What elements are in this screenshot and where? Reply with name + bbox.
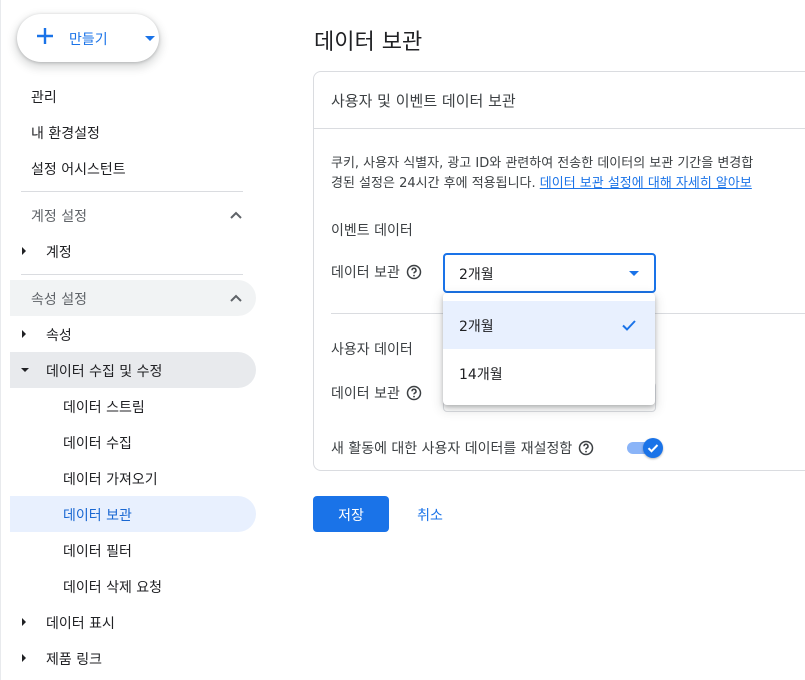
description: 쿠키, 사용자 식별자, 광고 ID와 관련하여 전송한 데이터의 보관 기간을… bbox=[331, 154, 805, 194]
collapse-arrow-icon bbox=[21, 368, 29, 372]
dropdown-arrow-icon bbox=[629, 271, 639, 276]
tree-item-label: 데이터 수집 및 수정 bbox=[46, 364, 163, 380]
description-line: 경된 설정은 24시간 후에 적용됩니다. 데이터 보관 설정에 대해 자세히 … bbox=[331, 174, 805, 194]
menu-item-label: 2개월 bbox=[459, 319, 494, 335]
field-label-text: 새 활동에 대한 사용자 데이터를 재설정함 bbox=[331, 441, 573, 457]
description-text: 경된 설정은 24시간 후에 적용됩니다. bbox=[331, 176, 540, 191]
tree-item-label: 데이터 표시 bbox=[46, 616, 115, 632]
help-icon[interactable] bbox=[406, 264, 422, 280]
tree-item-product-links[interactable]: 제품 링크 bbox=[10, 640, 256, 676]
tree-item-label: 계정 bbox=[46, 245, 72, 261]
sub-item-label: 데이터 스트림 bbox=[63, 400, 145, 416]
page-title: 데이터 보관 bbox=[314, 30, 423, 55]
tree-item-property[interactable]: 속성 bbox=[10, 316, 256, 352]
sub-item-label: 데이터 가져오기 bbox=[63, 472, 158, 488]
sub-item-label: 데이터 보관 bbox=[63, 508, 132, 524]
sidebar-item-data-import[interactable]: 데이터 가져오기 bbox=[10, 460, 256, 496]
retention-dropdown-menu: 2개월 14개월 bbox=[443, 293, 655, 405]
sub-item-label: 데이터 필터 bbox=[63, 544, 132, 560]
check-icon bbox=[647, 444, 659, 453]
divider bbox=[21, 191, 243, 192]
event-retention-select[interactable]: 2개월 bbox=[443, 253, 656, 293]
help-icon[interactable] bbox=[578, 440, 594, 456]
user-retention-label: 데이터 보관 bbox=[331, 383, 422, 403]
sidebar: 만들기 관리 내 환경설정 설정 어시스턴트 계정 설정 계정 속성 설정 속성… bbox=[0, 0, 268, 680]
nav-preferences[interactable]: 내 환경설정 bbox=[31, 123, 100, 143]
sidebar-item-data-deletion[interactable]: 데이터 삭제 요청 bbox=[10, 568, 256, 604]
create-button[interactable]: 만들기 bbox=[17, 14, 159, 62]
sidebar-item-data-retention[interactable]: 데이터 보관 bbox=[10, 496, 256, 532]
chevron-up-icon bbox=[230, 211, 242, 219]
cancel-button[interactable]: 취소 bbox=[404, 496, 456, 532]
divider bbox=[21, 274, 243, 275]
learn-more-link[interactable]: 데이터 보관 설정에 대해 자세히 알아보 bbox=[540, 176, 752, 191]
card-title: 사용자 및 이벤트 데이터 보관 bbox=[331, 92, 516, 110]
toggle-knob bbox=[643, 438, 663, 458]
sidebar-item-data-collection[interactable]: 데이터 수집 bbox=[10, 424, 256, 460]
chevron-up-icon bbox=[230, 294, 242, 302]
plus-icon bbox=[37, 28, 53, 44]
event-data-heading: 이벤트 데이터 bbox=[331, 223, 413, 239]
tree-item-label: 제품 링크 bbox=[46, 652, 102, 668]
create-label: 만들기 bbox=[69, 32, 108, 48]
sidebar-item-data-streams[interactable]: 데이터 스트림 bbox=[10, 388, 256, 424]
expand-arrow-icon bbox=[22, 618, 26, 626]
field-label-text: 데이터 보관 bbox=[331, 386, 400, 402]
save-button[interactable]: 저장 bbox=[313, 496, 389, 532]
expand-arrow-icon bbox=[22, 330, 26, 338]
section-label: 계정 설정 bbox=[31, 209, 87, 225]
tree-item-label: 속성 bbox=[46, 328, 72, 344]
menu-item-14-months[interactable]: 14개월 bbox=[443, 349, 655, 397]
section-property-settings[interactable]: 속성 설정 bbox=[10, 280, 256, 316]
reset-user-data-label: 새 활동에 대한 사용자 데이터를 재설정함 bbox=[331, 438, 594, 458]
user-data-heading: 사용자 데이터 bbox=[331, 342, 413, 358]
field-label-text: 데이터 보관 bbox=[331, 265, 400, 281]
chevron-down-icon bbox=[145, 36, 155, 41]
nav-setup-assistant[interactable]: 설정 어시스턴트 bbox=[31, 159, 126, 179]
menu-item-2-months[interactable]: 2개월 bbox=[443, 301, 655, 349]
divider bbox=[314, 128, 805, 129]
select-value: 2개월 bbox=[459, 267, 494, 283]
sidebar-item-data-filters[interactable]: 데이터 필터 bbox=[10, 532, 256, 568]
expand-arrow-icon bbox=[22, 247, 26, 255]
reset-user-data-toggle[interactable] bbox=[627, 436, 665, 458]
section-account-settings[interactable]: 계정 설정 bbox=[10, 197, 256, 233]
button-label: 저장 bbox=[338, 508, 364, 524]
sub-item-label: 데이터 수집 bbox=[63, 436, 132, 452]
sub-item-label: 데이터 삭제 요청 bbox=[63, 580, 163, 596]
tree-item-data-display[interactable]: 데이터 표시 bbox=[10, 604, 256, 640]
nav-admin[interactable]: 관리 bbox=[31, 87, 57, 107]
menu-item-label: 14개월 bbox=[459, 367, 503, 383]
tree-item-data-collection[interactable]: 데이터 수집 및 수정 bbox=[10, 352, 256, 388]
button-label: 취소 bbox=[417, 508, 443, 524]
help-icon[interactable] bbox=[406, 385, 422, 401]
tree-item-account[interactable]: 계정 bbox=[10, 233, 256, 269]
check-icon bbox=[622, 320, 636, 331]
description-line: 쿠키, 사용자 식별자, 광고 ID와 관련하여 전송한 데이터의 보관 기간을… bbox=[331, 156, 754, 171]
section-label: 속성 설정 bbox=[31, 292, 87, 308]
expand-arrow-icon bbox=[22, 654, 26, 662]
retention-card: 사용자 및 이벤트 데이터 보관 쿠키, 사용자 식별자, 광고 ID와 관련하… bbox=[313, 71, 805, 471]
event-retention-label: 데이터 보관 bbox=[331, 262, 422, 282]
